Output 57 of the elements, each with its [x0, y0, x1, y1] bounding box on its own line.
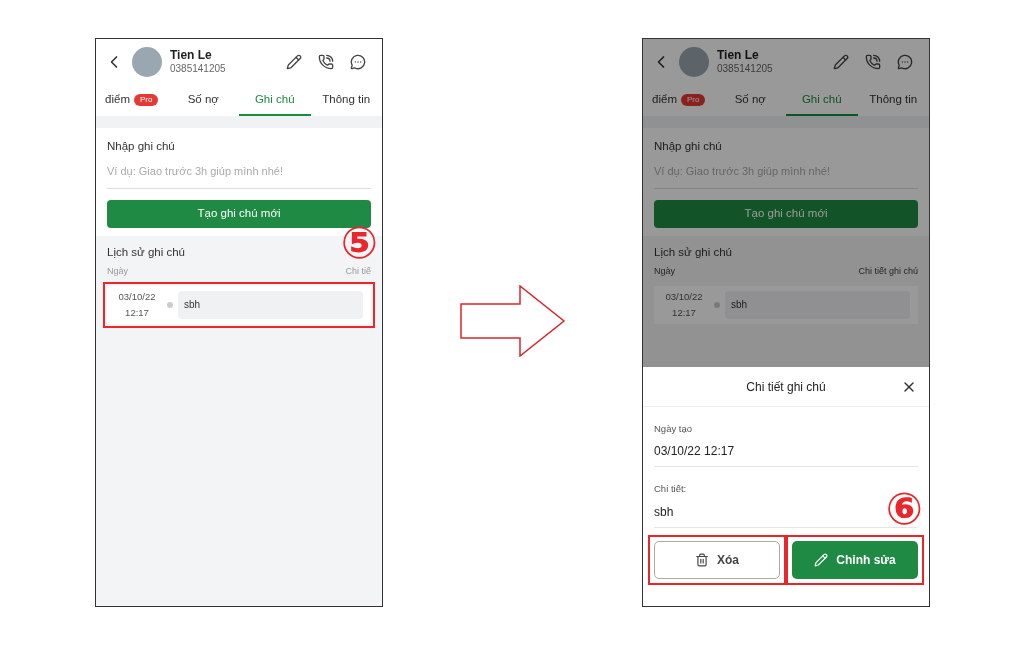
tab-label: Số nợ	[187, 91, 219, 107]
tab[interactable]: Thông tin	[310, 85, 382, 116]
column-heading: Ngày	[654, 265, 675, 278]
column-heading: Chi tiế	[345, 265, 371, 278]
history-title: Lịch sử ghi chú	[654, 244, 734, 260]
chat-icon[interactable]	[350, 54, 366, 70]
tab-label: Thông tin	[869, 91, 918, 107]
tab-label: điểm	[105, 91, 130, 107]
sheet-title: Chi tiết ghi chú	[746, 378, 826, 396]
note-detail: sbh	[178, 290, 363, 319]
note-detail: sbh	[725, 290, 910, 319]
tab[interactable]: điểm Pro	[643, 85, 715, 116]
field-value: 03/10/22 12:17	[654, 443, 735, 461]
arrow-icon	[459, 284, 566, 357]
step-number: ⑥	[885, 487, 923, 531]
tab-label: Thông tin	[322, 91, 371, 107]
pro-badge: Pro	[681, 93, 706, 106]
pencil-icon[interactable]	[833, 54, 849, 70]
edit-button[interactable]: Chỉnh sửa	[792, 540, 918, 579]
field-label: Ngày tạo	[654, 422, 694, 436]
note-date: 03/10/22	[118, 289, 156, 304]
tab[interactable]: Số nợ	[714, 85, 786, 116]
avatar	[132, 47, 162, 77]
note-label: Nhập ghi chú	[107, 139, 176, 154]
contact-name: Tien Le	[170, 48, 213, 64]
phone-call-icon[interactable]	[865, 54, 881, 70]
note-time: 12:17	[672, 305, 696, 320]
pencil-icon[interactable]	[286, 54, 302, 70]
tab-label: Ghi chú	[801, 91, 842, 107]
note-row[interactable]: 03/10/22 12:17 sbh	[107, 285, 371, 324]
contact-name: Tien Le	[717, 48, 760, 64]
contact-phone: 0385141205	[170, 63, 226, 76]
tab[interactable]: Số nợ	[167, 85, 239, 116]
contact-phone: 0385141205	[717, 63, 773, 76]
tab-label: Số nợ	[734, 91, 766, 107]
tab[interactable]: Thông tin	[857, 85, 929, 116]
create-note-button[interactable]: Tạo ghi chú mới	[654, 199, 918, 228]
column-heading: Chi tiết ghi chú	[858, 265, 918, 278]
avatar	[679, 47, 709, 77]
history-title: Lịch sử ghi chú	[107, 244, 187, 260]
note-label: Nhập ghi chú	[654, 139, 723, 154]
note-input[interactable]: Ví dụ: Giao trước 3h giúp mình nhé!	[107, 163, 371, 189]
pencil-icon	[814, 552, 829, 567]
column-heading: Ngày	[107, 265, 128, 278]
note-time: 12:17	[125, 305, 149, 320]
chat-icon[interactable]	[897, 54, 913, 70]
pro-badge: Pro	[134, 93, 159, 106]
note-row[interactable]: 03/10/22 12:17 sbh	[654, 285, 918, 324]
tab-label: điểm	[652, 91, 677, 107]
tab[interactable]: điểm Pro	[96, 85, 168, 116]
phone-call-icon[interactable]	[318, 54, 334, 70]
field-value: sbh	[654, 503, 674, 521]
delete-button[interactable]: Xóa	[654, 540, 780, 579]
note-date: 03/10/22	[665, 289, 703, 304]
tab-label: Ghi chú	[254, 91, 295, 107]
trash-icon	[695, 552, 709, 567]
field-label: Chi tiết:	[654, 482, 688, 497]
